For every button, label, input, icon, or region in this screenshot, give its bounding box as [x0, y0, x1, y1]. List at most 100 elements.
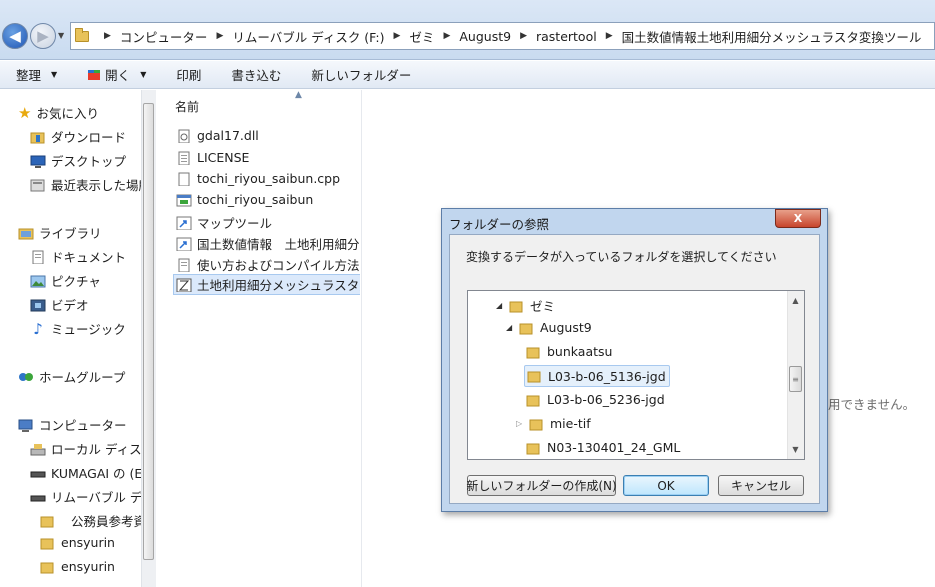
tree-item-label: August9 — [540, 320, 592, 335]
nav-music[interactable]: ♪ ミュージック — [30, 319, 126, 338]
scroll-up-icon[interactable]: ▲ — [787, 292, 804, 309]
expanded-triangle-icon[interactable]: ◢ — [506, 323, 514, 332]
drive-icon — [30, 471, 46, 477]
nav-computer[interactable]: コンピューター — [18, 415, 127, 434]
breadcrumb-item[interactable]: ゼミ — [409, 27, 434, 46]
nav-libraries[interactable]: ライブラリ — [18, 223, 102, 242]
file-item[interactable]: gdal17.dll — [176, 128, 259, 143]
nav-folder-ensyurin[interactable]: ensyurin — [40, 535, 115, 550]
nav-kumagai-drive[interactable]: KUMAGAI の (E — [30, 463, 142, 482]
new-folder-button[interactable]: 新しいフォルダー — [303, 65, 419, 84]
breadcrumb-item[interactable]: rastertool — [536, 29, 597, 44]
file-item[interactable]: tochi_riyou_saibun — [176, 192, 313, 207]
breadcrumb-item[interactable]: August9 — [459, 29, 511, 44]
scroll-down-icon[interactable]: ▼ — [787, 441, 804, 458]
folder-icon — [509, 301, 523, 312]
folder-icon — [526, 347, 540, 358]
chevron-down-icon: ▼ — [51, 70, 58, 79]
burn-label: 書き込む — [231, 68, 282, 83]
dialog-close-button[interactable]: X — [775, 209, 821, 228]
expanded-triangle-icon[interactable]: ◢ — [496, 301, 504, 310]
nav-label: 最近表示した場所 — [51, 178, 152, 193]
breadcrumb-item[interactable]: コンピューター — [120, 27, 208, 46]
ok-button[interactable]: OK — [623, 475, 709, 496]
tree-item[interactable]: ◢ August9 — [506, 320, 592, 335]
nav-label: ライブラリ — [39, 226, 102, 241]
file-item[interactable]: 使い方およびコンパイル方法 — [176, 255, 360, 274]
chevron-down-icon: ▼ — [140, 70, 147, 79]
button-label: OK — [657, 478, 675, 493]
tree-item-label: L03-b-06_5236-jgd — [547, 392, 665, 407]
tree-item[interactable]: N03-130401_24_GML — [526, 440, 680, 455]
nav-documents[interactable]: ドキュメント — [30, 247, 126, 266]
nav-downloads[interactable]: ダウンロード — [30, 127, 126, 146]
file-item-selected[interactable]: 土地利用細分メッシュラスタ変 — [173, 274, 360, 295]
folder-tree[interactable]: ◢ ゼミ ◢ August9 bunkaatsu L03-b-06_5136-j… — [467, 290, 805, 460]
file-name: 土地利用細分メッシュラスタ変 — [197, 278, 360, 293]
chevron-right-icon[interactable]: ▶ — [606, 31, 613, 41]
nav-recent[interactable]: 最近表示した場所 — [30, 175, 151, 194]
cpp-file-icon — [178, 172, 190, 186]
file-item[interactable]: マップツール — [176, 213, 272, 232]
file-item[interactable]: LICENSE — [176, 150, 249, 165]
recent-pages-dropdown[interactable]: ▼ — [58, 31, 64, 40]
videos-icon — [30, 299, 46, 311]
tree-item-label: N03-130401_24_GML — [547, 440, 681, 455]
tree-item[interactable]: ◢ ゼミ — [496, 296, 555, 315]
file-item[interactable]: tochi_riyou_saibun.cpp — [176, 171, 340, 186]
organize-menu[interactable]: 整理 ▼ — [8, 65, 65, 84]
nav-label: ビデオ — [51, 298, 89, 313]
nav-videos[interactable]: ビデオ — [30, 295, 89, 314]
file-name: LICENSE — [197, 150, 250, 165]
tree-item[interactable]: bunkaatsu — [526, 344, 612, 359]
back-button[interactable]: ◀ — [2, 23, 28, 49]
nav-scrollbar-thumb[interactable] — [143, 103, 154, 560]
button-label: キャンセル — [730, 479, 791, 493]
collapsed-triangle-icon[interactable]: ▷ — [516, 419, 524, 428]
tree-scrollbar-thumb[interactable]: ≡ — [789, 366, 802, 392]
chevron-right-icon[interactable]: ▶ — [520, 31, 527, 41]
folder-icon — [40, 538, 54, 549]
forward-button[interactable]: ▶ — [30, 23, 56, 49]
documents-icon — [32, 250, 44, 264]
breadcrumb-item[interactable]: 国土数値情報土地利用細分メッシュラスタ変換ツール — [622, 27, 922, 46]
chevron-right-icon[interactable]: ▶ — [443, 31, 450, 41]
nav-folder-koumuin[interactable]: 公務員参考資 — [40, 511, 146, 530]
nav-removable-disk[interactable]: リムーバブル デ — [30, 487, 142, 506]
library-icon — [18, 228, 34, 239]
chevron-right-icon[interactable]: ▶ — [394, 31, 401, 41]
nav-favorites[interactable]: ★ お気に入り — [18, 103, 99, 122]
column-header-name[interactable]: 名前 — [175, 98, 199, 115]
nav-label: リムーバブル デ — [51, 490, 143, 505]
cancel-button[interactable]: キャンセル — [718, 475, 804, 496]
chevron-right-icon[interactable]: ▶ — [216, 31, 223, 41]
nav-folder-cut[interactable]: ensyurin — [40, 559, 115, 574]
address-box[interactable]: ▶ コンピューター ▶ リムーバブル ディスク (F:) ▶ ゼミ ▶ Augu… — [70, 22, 935, 50]
nav-pictures[interactable]: ピクチャ — [30, 271, 101, 290]
nav-desktop[interactable]: デスクトップ — [30, 151, 126, 170]
tree-item[interactable]: ▷ mie-tif — [516, 416, 591, 431]
print-button[interactable]: 印刷 — [168, 65, 209, 84]
tree-item-selected[interactable]: L03-b-06_5136-jgd — [524, 365, 670, 387]
make-new-folder-button[interactable]: 新しいフォルダーの作成(N) — [466, 475, 617, 496]
homegroup-icon — [19, 372, 33, 381]
nav-homegroup[interactable]: ホームグループ — [18, 367, 125, 386]
tree-item-label: L03-b-06_5136-jgd — [548, 368, 666, 384]
nav-label: お気に入り — [36, 106, 99, 121]
file-item[interactable]: 国土数値情報 土地利用細分メ — [176, 234, 360, 253]
pane-divider[interactable] — [361, 90, 362, 587]
shortcut-icon — [176, 237, 192, 251]
file-list: 名前 ▲ gdal17.dll LICENSE tochi_riyou_saib… — [160, 90, 360, 587]
breadcrumb-item[interactable]: リムーバブル ディスク (F:) — [232, 27, 384, 46]
new-folder-label: 新しいフォルダー — [311, 68, 412, 83]
pictures-icon — [30, 275, 46, 287]
tree-item[interactable]: L03-b-06_5236-jgd — [526, 392, 665, 407]
file-name: gdal17.dll — [197, 128, 259, 143]
desktop-icon — [30, 155, 46, 168]
open-menu[interactable]: 開く ▼ — [79, 65, 154, 84]
burn-button[interactable]: 書き込む — [223, 65, 289, 84]
nav-local-disk[interactable]: ローカル ディスク — [30, 439, 154, 458]
nav-label: ダウンロード — [51, 130, 127, 145]
star-icon: ★ — [18, 103, 32, 122]
chevron-right-icon[interactable]: ▶ — [104, 31, 111, 41]
